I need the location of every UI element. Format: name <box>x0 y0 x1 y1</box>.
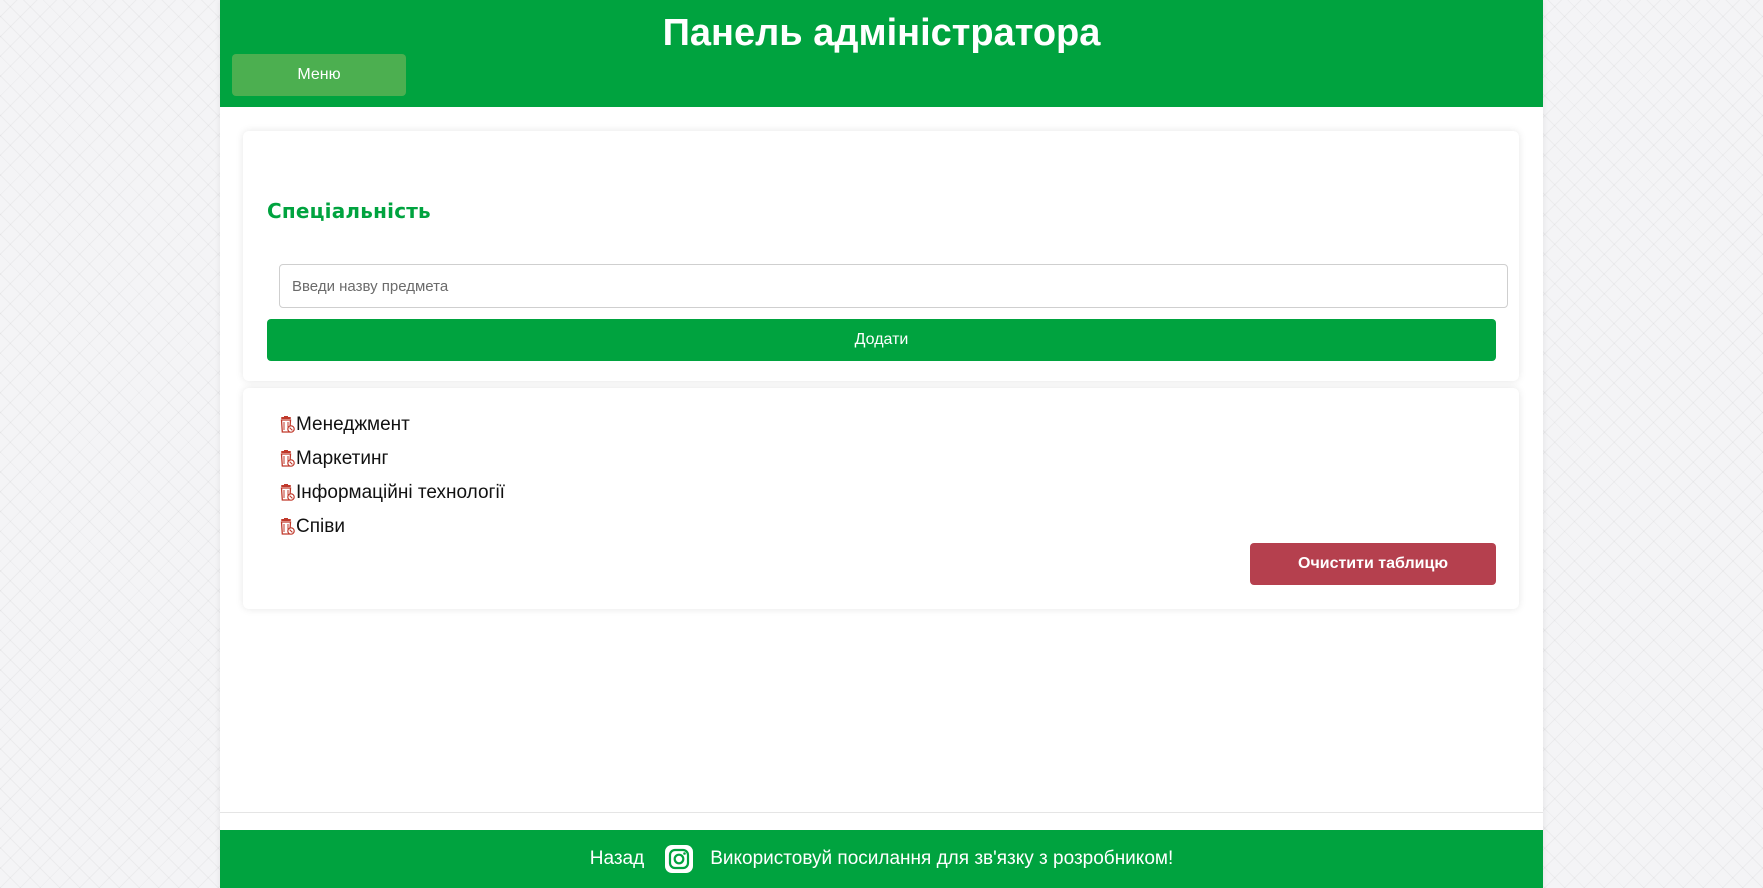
list-item: Маркетинг <box>279 442 505 476</box>
trash-icon[interactable] <box>279 484 295 502</box>
list-item-label: Менеджмент <box>296 414 410 435</box>
contact-text: Використовуй посилання для зв'язку з роз… <box>710 848 1174 869</box>
header: Панель адміністратора Меню <box>220 0 1543 107</box>
list-item: Інформаційні технології <box>279 476 505 510</box>
trash-icon[interactable] <box>279 450 295 468</box>
page-title: Панель адміністратора <box>662 12 1101 54</box>
section-title: Спеціальність <box>267 199 431 223</box>
footer-divider <box>220 812 1543 813</box>
list-item: Співи <box>279 510 505 544</box>
instagram-icon[interactable] <box>664 844 694 874</box>
list-item-label: Співи <box>296 516 345 537</box>
list-item-label: Маркетинг <box>296 448 389 469</box>
footer: Назад Використовуй посилання для зв'язку… <box>220 830 1543 888</box>
subject-list: Менеджмент Маркетинг Інформаційні технол… <box>279 408 505 544</box>
trash-icon[interactable] <box>279 416 295 434</box>
trash-icon[interactable] <box>279 518 295 536</box>
menu-button[interactable]: Меню <box>232 54 406 96</box>
add-subject-card: Спеціальність Додати <box>243 131 1519 381</box>
clear-table-button[interactable]: Очистити таблицю <box>1250 543 1496 585</box>
list-item: Менеджмент <box>279 408 505 442</box>
subject-name-input[interactable] <box>279 264 1508 308</box>
subject-list-card: Менеджмент Маркетинг Інформаційні технол… <box>243 388 1519 609</box>
admin-page: Панель адміністратора Меню Спеціальність… <box>220 0 1543 888</box>
list-item-label: Інформаційні технології <box>296 482 505 503</box>
add-button[interactable]: Додати <box>267 319 1496 361</box>
back-link[interactable]: Назад <box>590 848 644 870</box>
